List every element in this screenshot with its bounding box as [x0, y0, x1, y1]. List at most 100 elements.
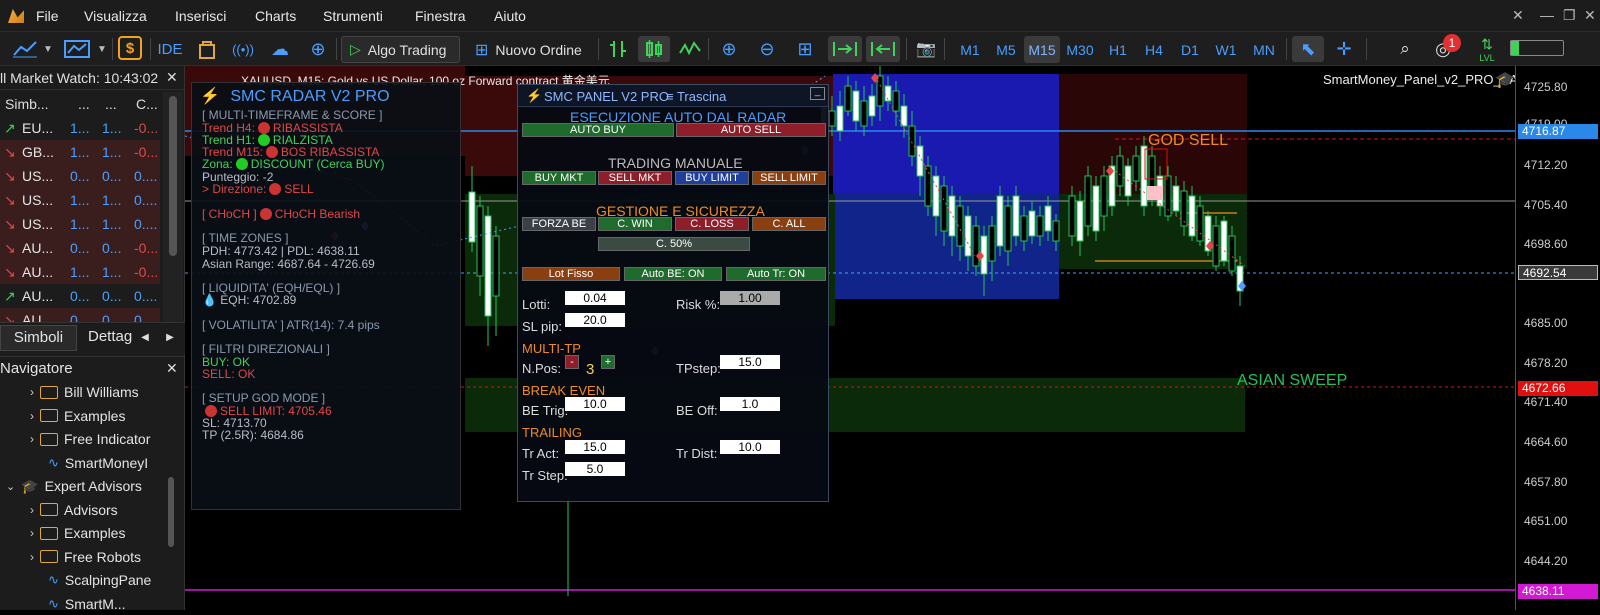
navigator-item[interactable]: › Bill Williams	[30, 381, 139, 403]
chart-shift-icon[interactable]	[866, 36, 900, 62]
restore-icon[interactable]: ❐	[1563, 7, 1576, 24]
navigator-scrollbar[interactable]	[168, 477, 174, 547]
menu-charts[interactable]: Charts	[255, 8, 296, 24]
navigator-item[interactable]: › Examples	[30, 405, 125, 427]
market-watch-row[interactable]: ↘ GB... 1... 1... -0...	[0, 140, 160, 164]
minimize-icon[interactable]: —	[1540, 7, 1554, 23]
shopping-bag-icon[interactable]	[196, 36, 218, 62]
tab-scroll-right-icon[interactable]: ▶	[160, 327, 180, 349]
auto-trailing-button[interactable]: Auto Tr: ON	[726, 267, 826, 281]
tf-w1[interactable]: W1	[1208, 36, 1244, 63]
zoom-in-icon[interactable]: ⊕	[716, 36, 742, 62]
lotti-input[interactable]: 0.04	[565, 291, 625, 305]
menu-visualizza[interactable]: Visualizza	[84, 8, 147, 24]
algo-trading-button[interactable]: ▷ Algo Trading	[341, 36, 460, 63]
npos-plus-button[interactable]: +	[601, 355, 615, 369]
panel-drag-handle[interactable]: ≡ Trascina	[666, 89, 726, 104]
navigator-item[interactable]: ⌄ 🎓 Expert Advisors	[6, 475, 142, 497]
risk-input[interactable]: 1.00	[720, 291, 780, 305]
market-watch-scrollbar[interactable]	[163, 92, 183, 322]
market-watch-close-icon[interactable]: ✕	[166, 69, 178, 86]
close-icon[interactable]: ✕	[1584, 7, 1596, 24]
line-chart-icon[interactable]	[10, 36, 40, 62]
search-icon[interactable]: ⌕	[1392, 36, 1418, 62]
crosshair-icon[interactable]: ✛	[1330, 36, 1358, 62]
close-50-button[interactable]: C. 50%	[598, 237, 750, 251]
signal-icon[interactable]: ((•))	[230, 36, 256, 62]
globe-icon[interactable]: ⊕	[306, 36, 330, 62]
panel-titlebar[interactable]: ⚡ SMC PANEL V2 PRO ≡ Trascina _	[518, 85, 828, 107]
chevron-down-icon[interactable]: ▼	[96, 36, 108, 62]
tf-d1[interactable]: D1	[1172, 36, 1208, 63]
navigator-item[interactable]: ∿ SmartM...	[48, 593, 126, 615]
tpstep-input[interactable]: 15.0	[720, 355, 780, 369]
lot-fisso-button[interactable]: Lot Fisso	[522, 267, 620, 281]
market-watch-row[interactable]: ↘ US... 0... 0... 0....	[0, 164, 160, 188]
menu-finestra[interactable]: Finestra	[415, 8, 466, 24]
navigator-item[interactable]: › Free Robots	[30, 546, 141, 568]
market-watch-row[interactable]: ↘ US... 1... 1... 0....	[0, 188, 160, 212]
chart-type-icon[interactable]	[62, 36, 92, 62]
level-icon[interactable]: ⇅ LVL	[1474, 36, 1500, 63]
cursor-icon[interactable]: ⬉	[1292, 36, 1324, 62]
close-win-button[interactable]: C. WIN	[598, 217, 672, 231]
navigator-item[interactable]: ∿ SmartMoneyI	[48, 452, 148, 474]
auto-buy-button[interactable]: AUTO BUY	[522, 123, 674, 137]
sell-limit-button[interactable]: SELL LIMIT	[752, 171, 826, 185]
npos-minus-button[interactable]: -	[565, 355, 579, 369]
slpip-input[interactable]: 20.0	[565, 313, 625, 327]
market-watch-row[interactable]: ↘ AU... 1... 1... -0...	[0, 260, 160, 284]
tab-simboli[interactable]: Simboli	[0, 325, 77, 351]
tf-m15[interactable]: M15	[1024, 36, 1060, 63]
tf-m30[interactable]: M30	[1062, 36, 1098, 63]
close-all-button[interactable]: C. ALL	[752, 217, 826, 231]
close-loss-button[interactable]: C. LOSS	[675, 217, 749, 231]
market-watch-row[interactable]: ↗ AU... 0... 0... 0....	[0, 284, 160, 308]
market-watch-row[interactable]: ↘ US... 1... 1... 0....	[0, 212, 160, 236]
navigator-item[interactable]: ∿ ScalpingPane	[48, 569, 151, 591]
tile-windows-icon[interactable]: ⊞	[792, 36, 818, 62]
tf-mn[interactable]: MN	[1246, 36, 1282, 63]
market-watch-row[interactable]: ↘ AU... 0... 0... -0...	[0, 236, 160, 260]
menu-strumenti[interactable]: Strumenti	[323, 8, 383, 24]
ide-button[interactable]: IDE	[156, 36, 184, 62]
tab-scroll-left-icon[interactable]: ◀	[135, 327, 155, 349]
screenshot-icon[interactable]: 📷	[912, 36, 940, 62]
new-order-button[interactable]: ⊞ Nuovo Ordine	[466, 36, 594, 63]
tract-input[interactable]: 15.0	[565, 440, 625, 454]
navigator-close-icon[interactable]: ✕	[166, 360, 178, 377]
autoscroll-icon[interactable]	[828, 36, 862, 62]
pin-icon[interactable]: ✕	[1512, 7, 1524, 24]
menu-file[interactable]: File	[36, 8, 59, 24]
betrig-input[interactable]: 10.0	[565, 397, 625, 411]
menu-inserisci[interactable]: Inserisci	[175, 8, 226, 24]
chevron-down-icon[interactable]: ▼	[42, 36, 54, 62]
buy-mkt-button[interactable]: BUY MKT	[522, 171, 596, 185]
sell-mkt-button[interactable]: SELL MKT	[598, 171, 672, 185]
market-watch-row[interactable]: ↗ EU... 1... 1... -0...	[0, 116, 160, 140]
tf-m5[interactable]: M5	[988, 36, 1024, 63]
zoom-out-icon[interactable]: ⊖	[754, 36, 780, 62]
trdist-input[interactable]: 10.0	[720, 440, 780, 454]
trstep-input[interactable]: 5.0	[565, 462, 625, 476]
tf-h4[interactable]: H4	[1136, 36, 1172, 63]
navigator-item[interactable]: › Examples	[30, 522, 125, 544]
menu-aiuto[interactable]: Aiuto	[494, 8, 526, 24]
forza-be-button[interactable]: FORZA BE	[522, 217, 596, 231]
cloud-icon[interactable]: ☁	[268, 36, 292, 62]
price-axis[interactable]: 4725.804719.004712.204705.404698.604685.…	[1515, 66, 1600, 610]
dollar-icon[interactable]: $	[118, 36, 142, 60]
buy-limit-button[interactable]: BUY LIMIT	[675, 171, 749, 185]
navigator-item[interactable]: › Free Indicator	[30, 428, 150, 450]
auto-sell-button[interactable]: AUTO SELL	[676, 123, 826, 137]
navigator-item[interactable]: › Advisors	[30, 499, 118, 521]
beoff-input[interactable]: 1.0	[720, 397, 780, 411]
tab-dettagli[interactable]: Dettag	[80, 325, 135, 351]
panel-minimize-icon[interactable]: _	[810, 87, 825, 100]
line-icon[interactable]	[676, 36, 704, 62]
candlestick-icon[interactable]	[638, 36, 670, 62]
bar-chart-icon[interactable]	[604, 36, 632, 62]
tf-h1[interactable]: H1	[1100, 36, 1136, 63]
auto-be-button[interactable]: Auto BE: ON	[624, 267, 722, 281]
tf-m1[interactable]: M1	[952, 36, 988, 63]
